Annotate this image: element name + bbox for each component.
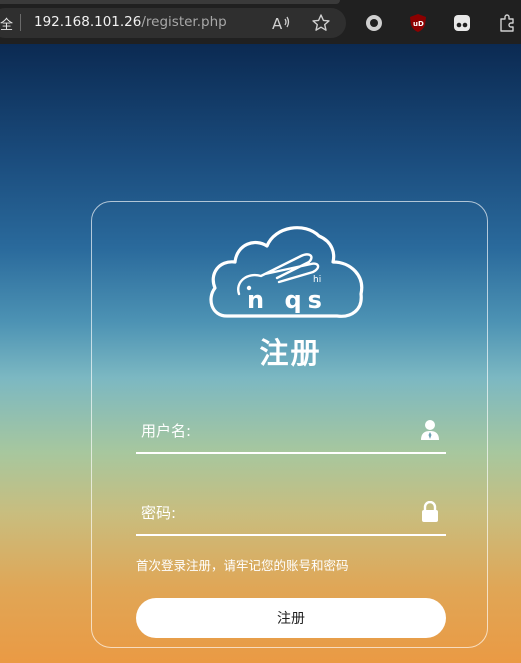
username-input[interactable] (200, 418, 404, 444)
register-submit-button[interactable]: 注册 (136, 598, 446, 638)
password-label: 密码: (141, 504, 177, 522)
cloud-rabbit-logo: hi n qs (209, 226, 364, 318)
logo-small-text: hi (313, 275, 321, 285)
extension-face-icon[interactable] (449, 10, 475, 36)
circle-extension-icon[interactable] (361, 10, 387, 36)
username-underline (136, 452, 446, 454)
password-input[interactable] (200, 500, 404, 526)
address-bar-url[interactable]: 192.168.101.26/register.php (34, 14, 227, 30)
ublock-origin-icon[interactable]: uD (405, 10, 431, 36)
read-aloud-icon[interactable]: A (269, 10, 295, 36)
ublock-badge: uD (413, 20, 424, 28)
svg-text:A: A (272, 15, 283, 32)
register-hint: 首次登录注册，请牢记您的账号和密码 (136, 558, 349, 573)
url-path: /register.php (141, 14, 227, 30)
lock-icon (422, 501, 438, 522)
browser-toolbar: 全 192.168.101.26/register.php A uD (0, 0, 521, 44)
logo-brand-text: n qs (247, 286, 328, 314)
extensions-puzzle-icon[interactable] (494, 10, 520, 36)
address-bar-prefix: 全 (0, 18, 14, 33)
favorite-star-icon[interactable] (308, 10, 334, 36)
address-bar-divider (20, 14, 21, 31)
register-title: 注册 (259, 336, 322, 370)
user-icon (421, 420, 439, 440)
url-host: 192.168.101.26 (34, 14, 142, 30)
password-underline (136, 534, 446, 536)
tab-strip-edge (0, 0, 340, 4)
username-label: 用户名: (141, 422, 192, 440)
